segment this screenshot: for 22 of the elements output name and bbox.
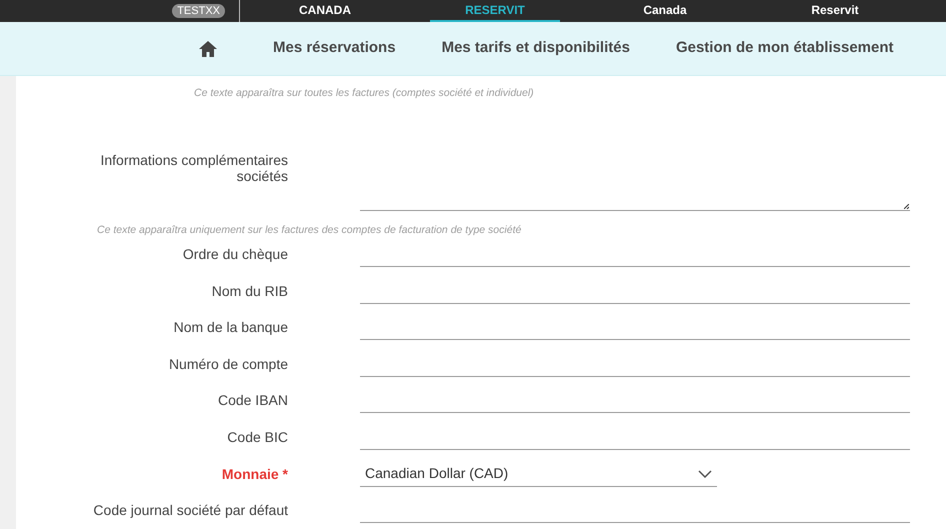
hint-text: Ce texte apparaîtra sur toutes les factures (comptes société et individuel) bbox=[194, 87, 535, 99]
field-label: Informations complémentaires sociétés bbox=[99, 152, 288, 184]
hint-text: Ce texte apparaîtra uniquement sur les factures des comptes de facturation de type société bbox=[97, 224, 522, 236]
chevron-down-icon bbox=[698, 470, 712, 478]
top-tab[interactable]: Canada bbox=[600, 0, 730, 22]
home-icon[interactable] bbox=[198, 40, 218, 58]
top-tab[interactable]: Reservit bbox=[770, 0, 900, 22]
nav-link[interactable]: Gestion de mon établissement bbox=[676, 37, 894, 60]
field-label: Code BIC bbox=[227, 428, 288, 448]
field-label: Nom du RIB bbox=[212, 282, 288, 301]
field-label: Numéro de compte bbox=[168, 354, 288, 374]
field-label: Code IBAN bbox=[218, 391, 288, 410]
field-label: Monnaie * bbox=[222, 464, 288, 484]
currency-select[interactable]: Canadian Dollar (CAD) bbox=[360, 462, 717, 487]
resize-handle-icon bbox=[904, 204, 909, 210]
nav-link[interactable]: Mes tarifs et disponibilités bbox=[442, 37, 630, 60]
field-label: Nom de la banque bbox=[174, 318, 288, 338]
account-badge: TESTXX bbox=[172, 4, 225, 18]
field-label: Code journal société par défaut bbox=[93, 501, 288, 520]
top-tab[interactable]: CANADA bbox=[260, 0, 390, 22]
nav-link[interactable]: Mes réservations bbox=[273, 37, 396, 60]
field-label: Ordre du chèque bbox=[182, 245, 288, 264]
